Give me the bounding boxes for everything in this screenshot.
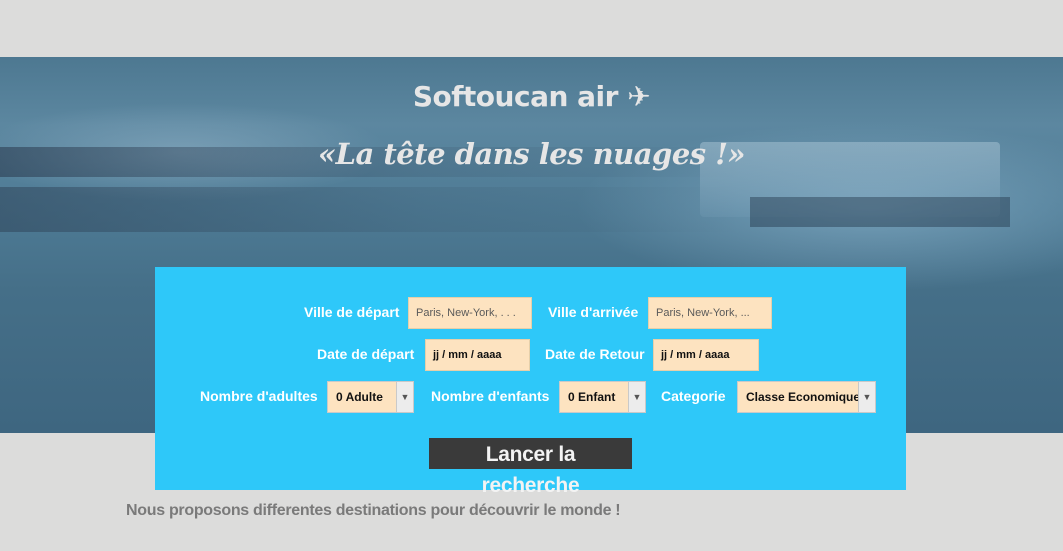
category-label: Categorie xyxy=(661,388,726,404)
category-select[interactable]: Classe Economique ▼ xyxy=(737,381,876,413)
departure-date-input[interactable]: jj / mm / aaaa xyxy=(425,339,530,371)
departure-city-input[interactable]: Paris, New-York, . . . xyxy=(408,297,532,329)
chevron-down-icon[interactable]: ▼ xyxy=(396,382,413,412)
adults-select-value: 0 Adulte xyxy=(336,390,383,404)
brand-title: Softoucan air ✈ xyxy=(412,80,651,113)
destinations-tagline: Nous proposons differentes destinations … xyxy=(126,502,621,519)
arrival-city-input[interactable]: Paris, New-York, ... xyxy=(648,297,772,329)
children-select[interactable]: 0 Enfant ▼ xyxy=(559,381,646,413)
return-date-label: Date de Retour xyxy=(545,346,645,362)
return-date-input[interactable]: jj / mm / aaaa xyxy=(653,339,759,371)
adults-label: Nombre d'adultes xyxy=(200,388,318,404)
brand-slogan: «La tête dans les nuages !» xyxy=(317,137,746,171)
children-select-value: 0 Enfant xyxy=(568,390,616,404)
search-panel: Ville de départ Paris, New-York, . . . V… xyxy=(155,267,906,497)
departure-date-label: Date de départ xyxy=(317,346,415,362)
hero-boat-hull xyxy=(750,197,1010,227)
chevron-down-icon[interactable]: ▼ xyxy=(858,382,875,412)
adults-select[interactable]: 0 Adulte ▼ xyxy=(327,381,414,413)
children-label: Nombre d'enfants xyxy=(431,388,550,404)
arrival-city-label: Ville d'arrivée xyxy=(548,304,639,320)
category-select-value: Classe Economique xyxy=(746,390,861,404)
search-button[interactable]: Lancer la recherche xyxy=(429,438,632,497)
chevron-down-icon[interactable]: ▼ xyxy=(628,382,645,412)
departure-city-label: Ville de départ xyxy=(304,304,400,320)
